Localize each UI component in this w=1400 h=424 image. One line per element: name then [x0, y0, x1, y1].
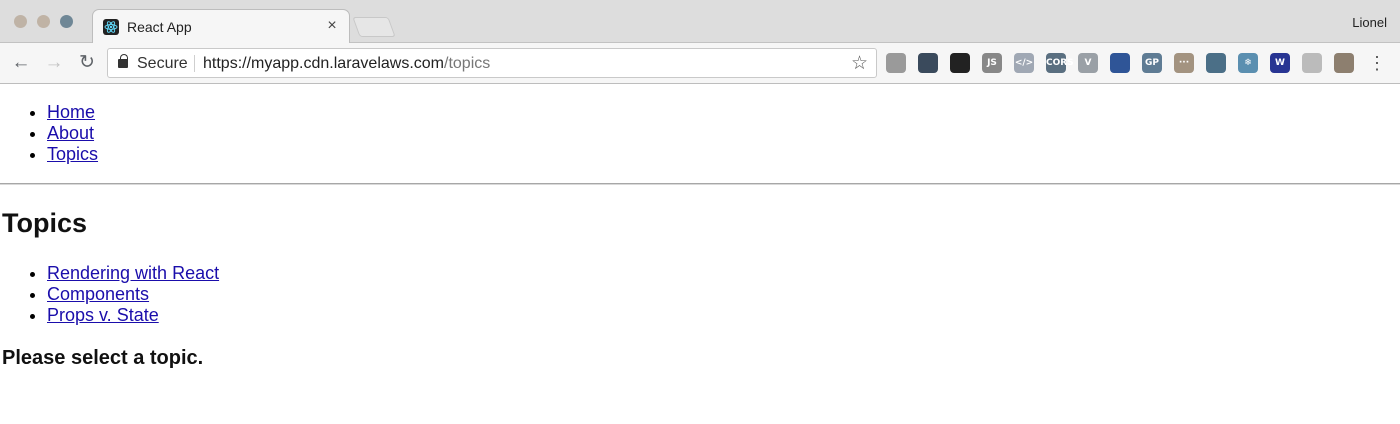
forward-arrow-icon[interactable]: →	[43, 52, 65, 74]
bookmark-star-icon[interactable]: ☆	[851, 52, 868, 75]
camera-icon[interactable]	[886, 53, 906, 73]
topic-link-props-state[interactable]: Props v. State	[47, 305, 159, 325]
pocket-icon[interactable]	[918, 53, 938, 73]
url-text[interactable]: https://myapp.cdn.laravelaws.com/topics	[203, 55, 490, 73]
tab-title: React App	[127, 19, 192, 35]
cors-icon[interactable]: CORS	[1046, 53, 1074, 73]
globe-icon[interactable]	[1206, 53, 1226, 73]
address-bar[interactable]: Secure https://myapp.cdn.laravelaws.com/…	[107, 48, 877, 78]
gp-icon[interactable]: GP	[1142, 53, 1162, 73]
new-tab-button[interactable]	[352, 17, 396, 37]
topic-link-rendering[interactable]: Rendering with React	[47, 263, 219, 283]
horizontal-rule	[0, 183, 1400, 185]
list-item: Props v. State	[47, 305, 219, 326]
react-favicon-icon	[103, 19, 119, 35]
select-topic-message: Please select a topic.	[2, 347, 204, 369]
browser-toolbar: ← → ↻ Secure https://myapp.cdn.laravelaw…	[0, 43, 1400, 84]
ring-icon[interactable]	[1302, 53, 1322, 73]
snowflake-icon[interactable]: ❄	[1238, 53, 1258, 73]
list-item: Rendering with React	[47, 263, 219, 284]
security-label: Secure	[137, 55, 188, 72]
nav-item-about: About	[47, 123, 98, 144]
browser-titlebar: React App × Lionel	[0, 0, 1400, 44]
nav-link-about[interactable]: About	[47, 123, 94, 143]
main-nav: Home About Topics	[47, 102, 98, 165]
url-path: /topics	[444, 55, 491, 72]
lock-icon	[118, 54, 128, 68]
w-icon[interactable]: W	[1270, 53, 1290, 73]
browser-menu-icon[interactable]: ⋮	[1368, 52, 1386, 74]
nav-item-topics: Topics	[47, 144, 98, 165]
topic-link-components[interactable]: Components	[47, 284, 149, 304]
browser-tab-active[interactable]: React App ×	[92, 9, 350, 44]
dots-icon[interactable]: ···	[1174, 53, 1194, 73]
zoom-window-button[interactable]	[60, 15, 73, 28]
code-icon[interactable]: </>	[1014, 53, 1034, 73]
close-window-button[interactable]	[14, 15, 27, 28]
page-content: Home About Topics Topics Rendering with …	[0, 85, 1400, 424]
url-host: https://myapp.cdn.laravelaws.com	[203, 55, 444, 72]
profile-name[interactable]: Lionel	[1352, 15, 1387, 30]
omnibox-divider	[194, 55, 195, 72]
minimize-window-button[interactable]	[37, 15, 50, 28]
nav-link-topics[interactable]: Topics	[47, 144, 98, 164]
reload-icon[interactable]: ↻	[76, 52, 98, 74]
cookie-icon[interactable]	[1334, 53, 1354, 73]
back-arrow-icon[interactable]: ←	[10, 52, 32, 74]
mask-icon[interactable]	[950, 53, 970, 73]
js-icon[interactable]: JS	[982, 53, 1002, 73]
nav-link-home[interactable]: Home	[47, 102, 95, 122]
list-item: Components	[47, 284, 219, 305]
compass-icon[interactable]	[1110, 53, 1130, 73]
vue-icon[interactable]: V	[1078, 53, 1098, 73]
topic-list: Rendering with React Components Props v.…	[47, 263, 219, 326]
nav-item-home: Home	[47, 102, 98, 123]
close-tab-icon[interactable]: ×	[323, 17, 341, 35]
page-title: Topics	[2, 208, 88, 238]
